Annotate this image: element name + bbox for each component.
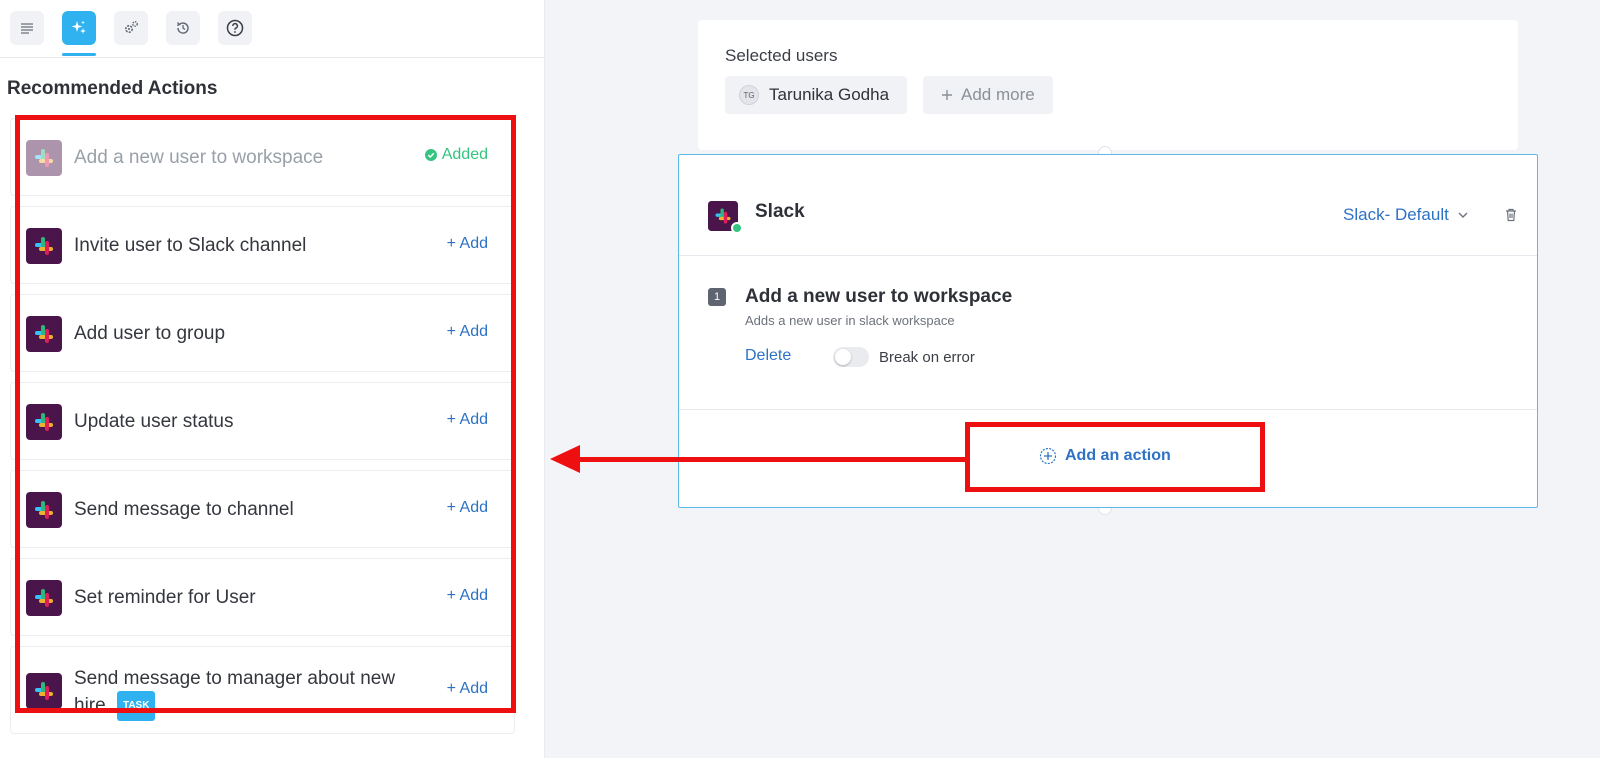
details-tab-button[interactable]	[10, 11, 44, 45]
user-chip[interactable]: TG Tarunika Godha	[725, 76, 908, 114]
plus-circle-icon	[1039, 447, 1057, 465]
delete-step-button[interactable]: Delete	[745, 347, 791, 365]
connection-value: Slack- Default	[1343, 205, 1449, 224]
settings-icon	[124, 21, 138, 34]
add-action-button[interactable]: + Add	[447, 323, 488, 341]
action-label: Send message to channel	[74, 499, 294, 520]
action-card-set-reminder: Set reminder for User + Add	[10, 558, 515, 636]
user-name: Tarunika Godha	[769, 85, 890, 104]
action-card-add-group: Add user to group + Add	[10, 294, 515, 372]
help-icon	[226, 19, 244, 37]
add-more-label: Add more	[961, 85, 1035, 104]
annotation-arrow-head	[550, 445, 580, 473]
add-action-button[interactable]: + Add	[447, 680, 488, 698]
slack-logo-icon	[26, 580, 62, 616]
action-label: Add user to group	[74, 323, 226, 344]
slack-card-header: Slack Slack- Default	[679, 155, 1537, 256]
add-an-action-label: Add an action	[1065, 447, 1171, 464]
slack-logo-icon	[26, 140, 62, 176]
added-label: Added	[441, 146, 488, 163]
recommended-tab-button[interactable]	[62, 11, 96, 45]
action-label: Invite user to Slack channel	[74, 235, 307, 256]
add-action-button[interactable]: + Add	[447, 411, 488, 429]
history-tab-button[interactable]	[166, 11, 200, 45]
divider	[679, 409, 1537, 410]
action-label: Add a new user to workspace	[74, 147, 324, 168]
action-card-add-user-workspace: Add a new user to workspace Added	[10, 118, 515, 196]
add-an-action-button[interactable]: Add an action	[1039, 447, 1171, 465]
action-card-update-status: Update user status + Add	[10, 382, 515, 460]
action-card-message-manager: Send message to manager about new hire. T…	[10, 646, 515, 734]
slack-app-card: Slack Slack- Default 1 Add a new user to…	[678, 154, 1538, 508]
recommended-actions-panel: Recommended Actions Add a new user to wo…	[0, 0, 545, 758]
chevron-down-icon	[1458, 212, 1468, 218]
plus-icon	[942, 90, 952, 100]
step-description: Adds a new user in slack workspace	[745, 313, 955, 328]
add-action-button[interactable]: + Add	[447, 587, 488, 605]
check-circle-icon	[424, 149, 437, 161]
slack-logo-icon	[26, 228, 62, 264]
action-label: Update user status	[74, 411, 234, 432]
add-action-button[interactable]: + Add	[447, 499, 488, 517]
slack-logo-icon	[26, 492, 62, 528]
slack-logo-icon	[26, 316, 62, 352]
trash-icon[interactable]	[1503, 207, 1519, 223]
step-number: 1	[708, 288, 726, 306]
break-on-error-label: Break on error	[879, 349, 975, 366]
action-card-send-channel: Send message to channel + Add	[10, 470, 515, 548]
help-tab-button[interactable]	[218, 11, 252, 45]
connection-dropdown[interactable]: Slack- Default	[1343, 205, 1469, 225]
active-tab-indicator	[62, 53, 96, 56]
action-label-wrapper: Send message to manager about new hire. T…	[74, 667, 419, 721]
task-badge: TASK	[116, 691, 156, 721]
slack-logo-icon	[26, 404, 62, 440]
add-more-button[interactable]: Add more	[923, 76, 1053, 114]
sparkle-icon	[71, 20, 86, 34]
recommended-actions-list: Add a new user to workspace Added Invite…	[10, 118, 515, 744]
section-title: Recommended Actions	[7, 78, 218, 99]
add-action-button[interactable]: + Add	[447, 235, 488, 253]
slack-logo-icon	[26, 673, 62, 709]
settings-tab-button[interactable]	[114, 11, 148, 45]
selected-users-card: Selected users TG Tarunika Godha Add mor…	[698, 20, 1518, 150]
avatar: TG	[739, 85, 759, 105]
added-status: Added	[424, 146, 488, 164]
verified-check-icon	[731, 222, 743, 234]
step-title: Add a new user to workspace	[745, 286, 1013, 307]
annotation-arrow-line	[575, 457, 965, 462]
selected-users-title: Selected users	[725, 46, 838, 65]
app-root: Recommended Actions Add a new user to wo…	[0, 0, 1600, 758]
action-label: Set reminder for User	[74, 587, 256, 608]
details-icon	[21, 23, 33, 34]
break-on-error-toggle[interactable]	[833, 347, 869, 367]
action-card-invite-channel: Invite user to Slack channel + Add	[10, 206, 515, 284]
app-title: Slack	[755, 201, 805, 222]
history-icon	[176, 22, 189, 34]
panel-toolbar	[0, 0, 545, 58]
